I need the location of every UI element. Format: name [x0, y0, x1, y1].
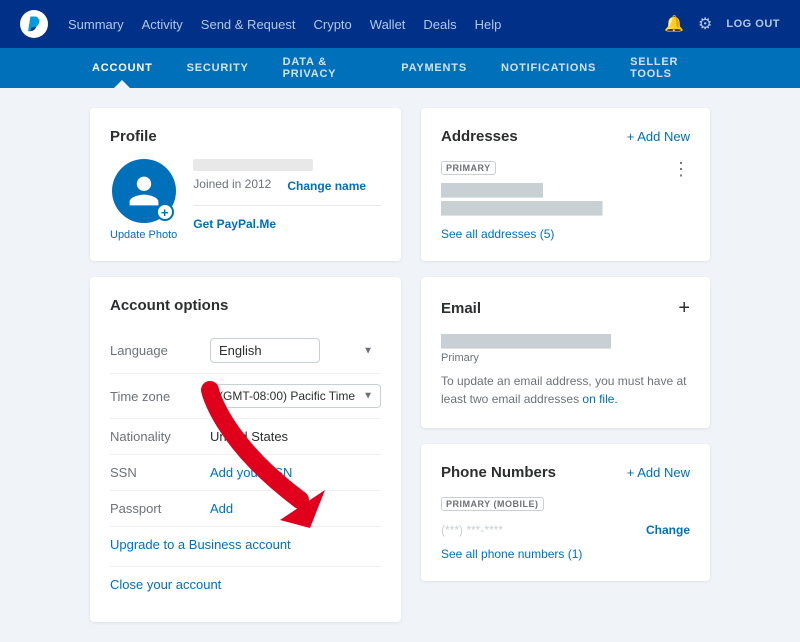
bell-icon[interactable]: 🔔 — [664, 14, 684, 34]
add-passport-link[interactable]: Add — [210, 501, 233, 516]
nav-deals[interactable]: Deals — [423, 17, 456, 32]
secondary-nav: Account Security Data & Privacy Payments… — [0, 48, 800, 88]
nav-summary[interactable]: Summary — [68, 17, 124, 32]
email-note: To update an email address, you must hav… — [441, 372, 690, 408]
email-primary-label: Primary — [441, 352, 690, 364]
change-phone-link[interactable]: Change — [646, 523, 690, 537]
avatar-wrap: + Update Photo — [110, 159, 177, 241]
sec-nav-notifications[interactable]: Notifications — [499, 48, 598, 88]
nav-links: Summary Activity Send & Request Crypto W… — [68, 17, 664, 32]
account-options-card: Account options Language English ▼ Time … — [90, 277, 401, 622]
profile-title: Profile — [110, 128, 381, 145]
add-email-icon[interactable]: + — [678, 297, 690, 320]
sec-nav-data-privacy[interactable]: Data & Privacy — [281, 48, 370, 88]
close-account-link[interactable]: Close your account — [110, 566, 381, 602]
timezone-label: Time zone — [110, 389, 210, 404]
nav-help[interactable]: Help — [475, 17, 502, 32]
account-options-title: Account options — [110, 297, 381, 314]
profile-body: + Update Photo Joined in 2012 Change nam… — [110, 159, 381, 241]
main-content: Profile + Update Photo Joined in 2012 — [0, 88, 800, 642]
option-nationality: Nationality United States — [110, 419, 381, 455]
language-select[interactable]: English — [210, 338, 320, 363]
nav-right: 🔔 ⚙ LOG OUT — [664, 14, 780, 34]
ssn-label: SSN — [110, 465, 210, 480]
profile-info: Joined in 2012 Change name Get PayPal.Me — [193, 159, 381, 231]
profile-card: Profile + Update Photo Joined in 2012 — [90, 108, 401, 261]
get-paypalme-link[interactable]: Get PayPal.Me — [193, 217, 276, 231]
add-ssn-link[interactable]: Add your SSN — [210, 465, 292, 480]
profile-name-blur — [193, 159, 313, 171]
phone-card: Phone Numbers + Add New PRIMARY (MOBILE)… — [421, 444, 710, 581]
upgrade-business-link[interactable]: Upgrade to a Business account — [110, 527, 381, 562]
language-chevron-icon: ▼ — [363, 345, 373, 356]
sec-nav-payments[interactable]: Payments — [399, 48, 469, 88]
add-phone-button[interactable]: + Add New — [627, 465, 690, 480]
avatar-plus-icon[interactable]: + — [156, 203, 174, 221]
option-timezone: Time zone (GMT-08:00) Pacific Time ▼ — [110, 374, 381, 419]
avatar: + — [112, 159, 176, 223]
phone-number-blur: (***) ***-**** — [441, 523, 503, 537]
nationality-value: United States — [210, 429, 381, 444]
addresses-header: Addresses + Add New — [441, 128, 690, 145]
nav-wallet[interactable]: Wallet — [370, 17, 406, 32]
nav-crypto[interactable]: Crypto — [313, 17, 351, 32]
left-column: Profile + Update Photo Joined in 2012 — [90, 108, 401, 622]
paypal-logo — [20, 10, 48, 38]
see-all-addresses-link[interactable]: See all addresses (5) — [441, 227, 690, 241]
nav-send-request[interactable]: Send & Request — [201, 17, 296, 32]
language-label: Language — [110, 343, 210, 358]
email-address-blur: ████████████████████ — [441, 334, 690, 348]
change-name-link[interactable]: Change name — [287, 179, 366, 193]
sec-nav-security[interactable]: Security — [185, 48, 251, 88]
addresses-card: Addresses + Add New PRIMARY ████████████… — [421, 108, 710, 261]
nav-activity[interactable]: Activity — [142, 17, 183, 32]
sec-nav-account[interactable]: Account — [90, 48, 155, 88]
nationality-label: Nationality — [110, 429, 210, 444]
phone-title: Phone Numbers — [441, 464, 556, 481]
phone-row: (***) ***-**** Change — [441, 523, 690, 537]
timezone-select-wrap: (GMT-08:00) Pacific Time ▼ — [210, 384, 381, 408]
top-nav: Summary Activity Send & Request Crypto W… — [0, 0, 800, 48]
timezone-select[interactable]: (GMT-08:00) Pacific Time — [210, 384, 381, 408]
option-language: Language English ▼ — [110, 328, 381, 374]
email-card: Email + ████████████████████ Primary To … — [421, 277, 710, 428]
see-all-phones-link[interactable]: See all phone numbers (1) — [441, 547, 690, 561]
addresses-title: Addresses — [441, 128, 518, 145]
profile-joined: Joined in 2012 — [193, 177, 271, 191]
address-primary-badge: PRIMARY — [441, 161, 496, 175]
email-header: Email + — [441, 297, 690, 320]
update-photo-link[interactable]: Update Photo — [110, 229, 177, 241]
email-title: Email — [441, 300, 481, 317]
gear-icon[interactable]: ⚙ — [698, 14, 712, 34]
phone-primary-badge: PRIMARY (MOBILE) — [441, 497, 544, 511]
passport-label: Passport — [110, 501, 210, 516]
phone-header: Phone Numbers + Add New — [441, 464, 690, 481]
option-passport: Passport Add — [110, 491, 381, 527]
address-line1: ████████████ — [441, 181, 603, 199]
address-menu-icon[interactable]: ⋮ — [672, 159, 690, 180]
language-select-wrap: English ▼ — [210, 338, 381, 363]
address-line2: ███████████████████ — [441, 199, 603, 217]
sec-nav-seller-tools[interactable]: Seller Tools — [628, 48, 710, 88]
logout-button[interactable]: LOG OUT — [726, 18, 780, 30]
add-address-button[interactable]: + Add New — [627, 129, 690, 144]
right-column: Addresses + Add New PRIMARY ████████████… — [421, 108, 710, 622]
option-ssn: SSN Add your SSN — [110, 455, 381, 491]
